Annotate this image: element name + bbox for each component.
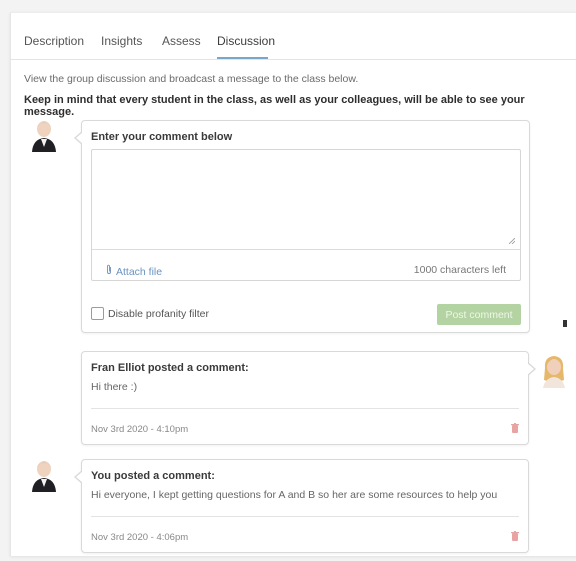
visibility-warning: Keep in mind that every student in the c…: [24, 94, 525, 118]
comment-header: Fran Elliot posted a comment:: [91, 362, 249, 374]
active-tab-indicator: [217, 57, 268, 59]
attach-file-link[interactable]: Attach file: [106, 264, 162, 278]
tab-description[interactable]: Description: [24, 34, 84, 48]
comment-textarea[interactable]: [92, 150, 520, 250]
attach-file-label: Attach file: [116, 266, 163, 278]
mouse-cursor-icon: [563, 320, 567, 327]
tab-discussion[interactable]: Discussion: [217, 34, 275, 48]
resize-grip-icon[interactable]: [509, 238, 515, 244]
composer-title: Enter your comment below: [91, 131, 233, 143]
comment-card: Fran Elliot posted a comment: Hi there :…: [81, 351, 536, 445]
tab-assess[interactable]: Assess: [162, 34, 201, 48]
tab-insights[interactable]: Insights: [101, 34, 142, 48]
intro-text: View the group discussion and broadcast …: [24, 73, 359, 85]
comment-date: Nov 3rd 2020 - 4:10pm: [91, 424, 189, 435]
comment-date: Nov 3rd 2020 - 4:06pm: [91, 532, 189, 543]
post-comment-button[interactable]: Post comment: [437, 304, 521, 325]
comment-textarea-wrapper: Attach file 1000 characters left: [91, 149, 521, 281]
comment-card: You posted a comment: Hi everyone, I kep…: [74, 459, 529, 553]
discussion-panel: Description Insights Assess Discussion V…: [10, 12, 576, 556]
comment-body: Hi there :): [91, 381, 138, 393]
comment-body: Hi everyone, I kept getting questions fo…: [91, 489, 498, 501]
profanity-filter-checkbox[interactable]: [91, 307, 104, 320]
user-avatar: [32, 121, 56, 152]
comment-divider: [91, 516, 519, 517]
user-avatar: [32, 461, 56, 492]
trash-icon[interactable]: [511, 531, 519, 541]
paperclip-icon: [106, 264, 112, 278]
comment-header: You posted a comment:: [91, 470, 215, 482]
profanity-filter-label: Disable profanity filter: [108, 308, 209, 320]
characters-left: 1000 characters left: [413, 264, 506, 276]
comment-divider: [91, 408, 519, 409]
comment-composer: Enter your comment below Attach file 100…: [74, 120, 530, 333]
trash-icon[interactable]: [511, 423, 519, 433]
user-avatar: [543, 356, 565, 388]
tab-bar: Description Insights Assess Discussion: [11, 13, 576, 60]
